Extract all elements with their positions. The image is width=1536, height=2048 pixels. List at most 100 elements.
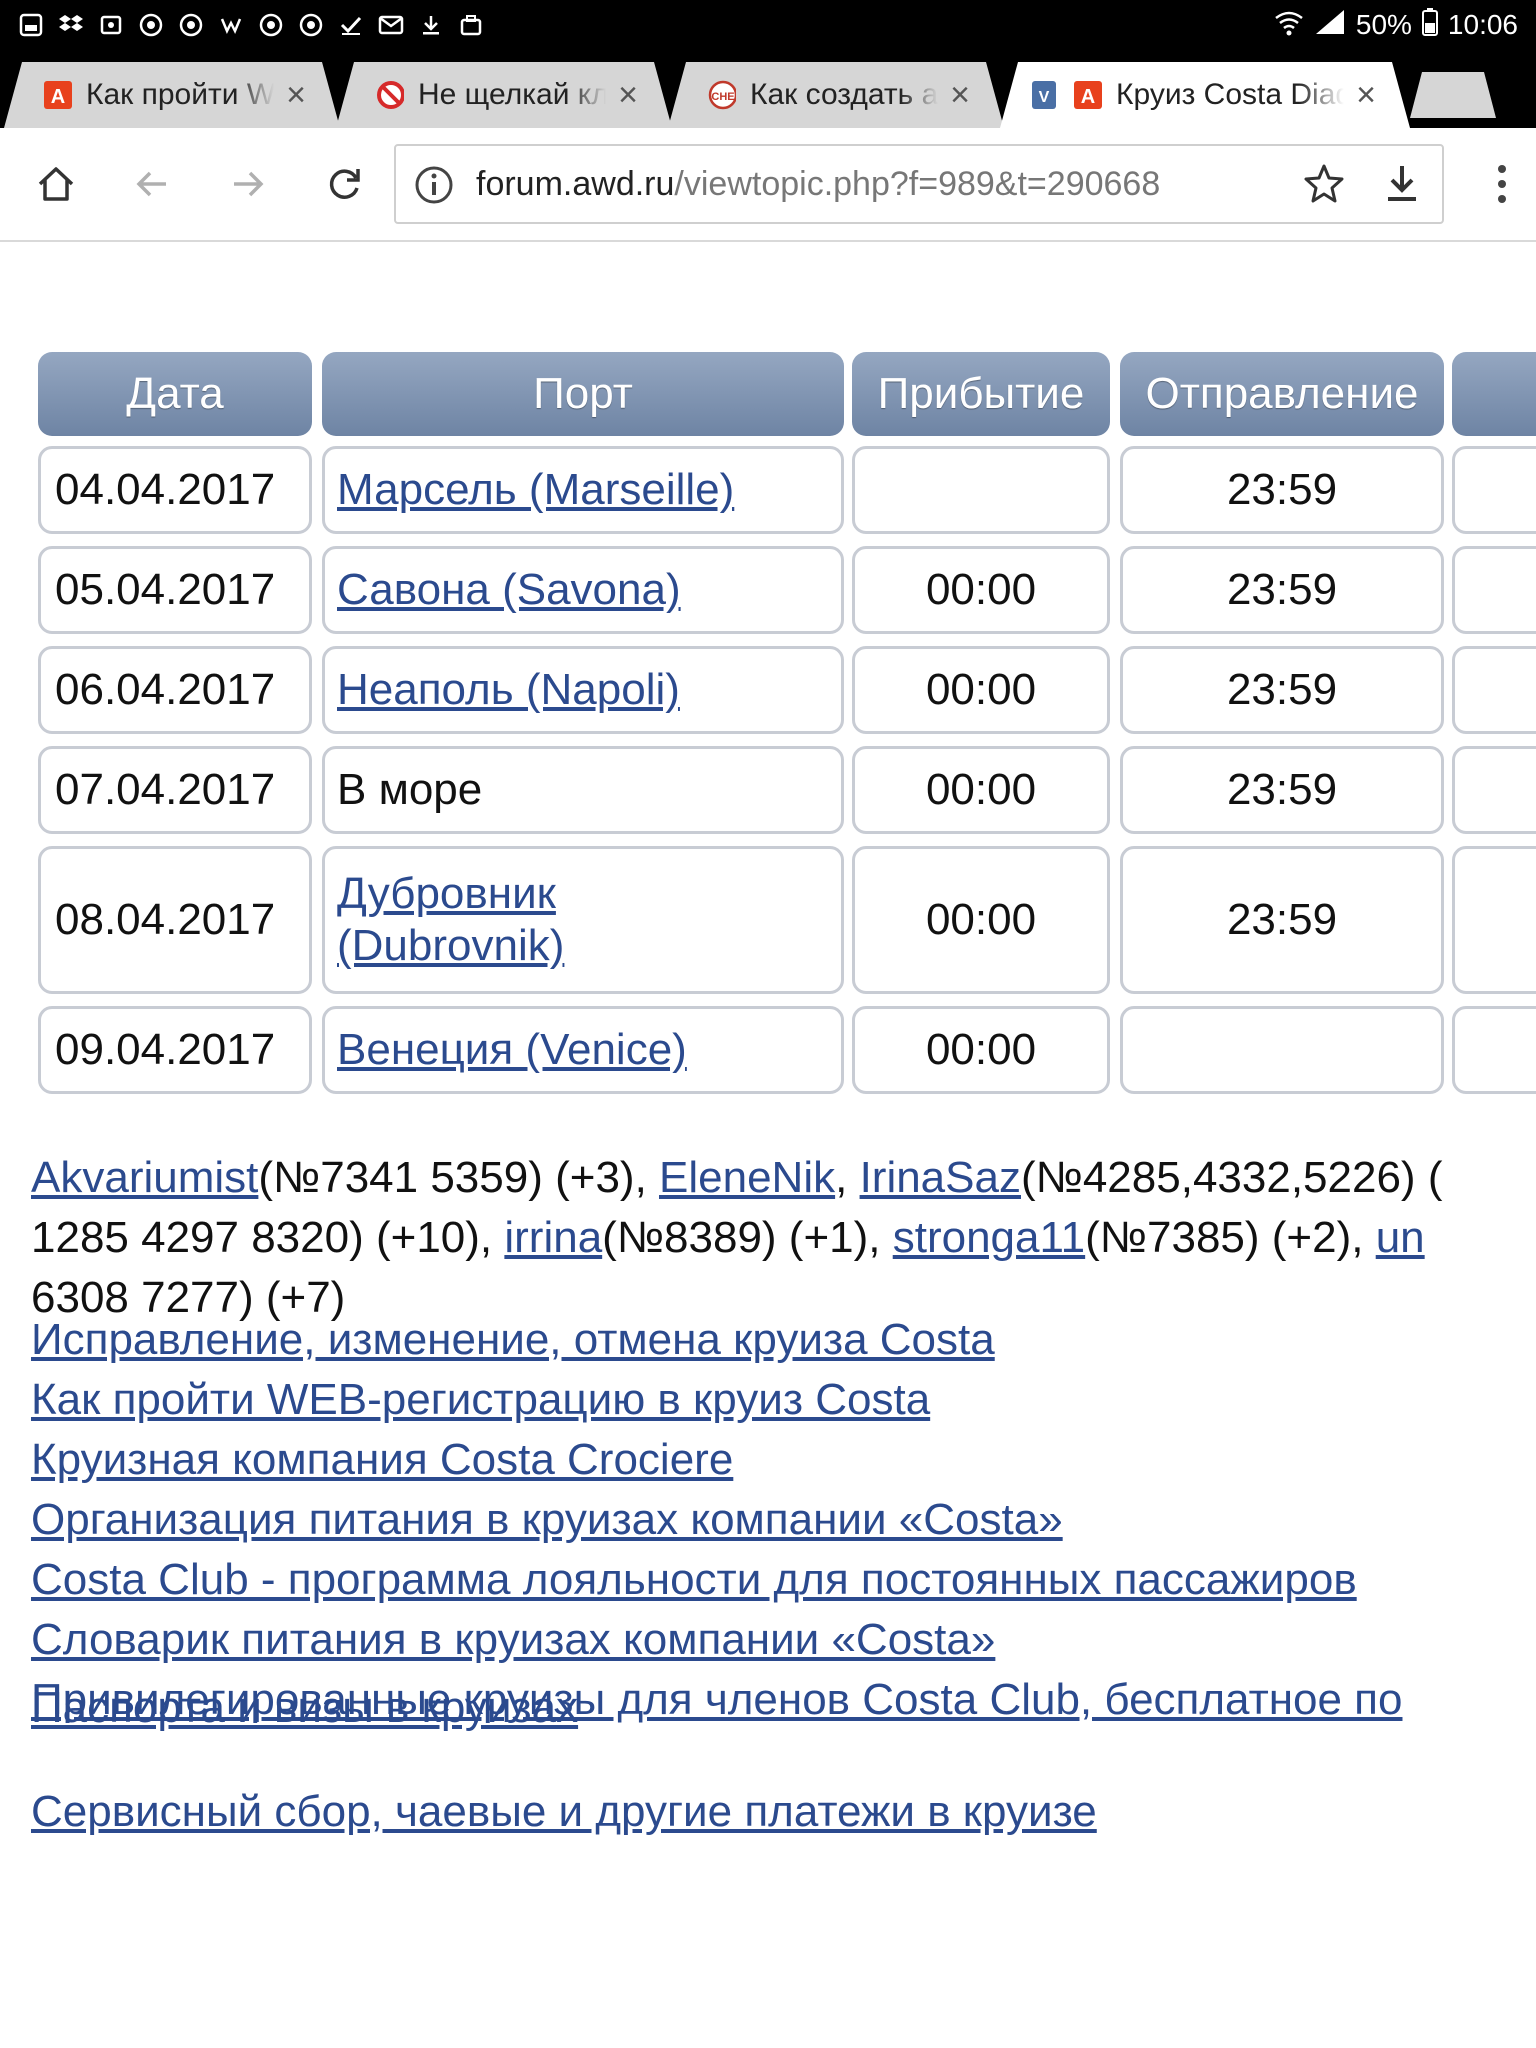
tab-1[interactable]: A Как пройти WEB-регистрацию × <box>4 62 340 128</box>
user-link[interactable]: EleneNik <box>659 1153 835 1202</box>
user-link[interactable]: irrina <box>504 1213 602 1262</box>
cell-date: 09.04.2017 <box>38 1006 312 1094</box>
clock: 10:06 <box>1447 9 1518 40</box>
svg-text:V: V <box>1039 89 1050 106</box>
user-note: (№8389) (+1), <box>602 1213 893 1262</box>
port-link[interactable]: Дубровник (Dubrovnik) <box>337 868 564 972</box>
briefcase-icon <box>458 12 484 38</box>
header-arrival: Прибытие <box>852 352 1110 436</box>
screenshot-icon <box>18 12 44 38</box>
user-link[interactable]: Akvariumist <box>31 1153 258 1202</box>
cell-arrival: 00:00 <box>852 1006 1110 1094</box>
awd-icon: A <box>1074 81 1102 109</box>
close-icon[interactable]: × <box>618 76 638 115</box>
download-icon[interactable] <box>1380 162 1424 206</box>
battery-icon <box>1421 7 1438 43</box>
cell-extra <box>1452 646 1536 734</box>
mail-icon <box>378 12 404 38</box>
header-departure: Отправление <box>1120 352 1444 436</box>
new-tab-button[interactable] <box>1410 72 1496 118</box>
cell-extra <box>1452 846 1536 994</box>
port-link[interactable]: Савона (Savona) <box>337 564 681 616</box>
battery-percent: 50% <box>1355 9 1412 40</box>
cell-port: Неаполь (Napoli) <box>322 646 844 734</box>
separator: , <box>835 1153 860 1202</box>
user-note: 1285 4297 8320) (+10), <box>31 1213 505 1262</box>
url-host: forum.awd.ru <box>476 165 675 203</box>
header-date: Дата <box>38 352 312 436</box>
close-icon[interactable]: × <box>286 76 306 115</box>
cell-departure: 23:59 <box>1120 646 1444 734</box>
vk-icon <box>218 12 244 38</box>
passports-visas-link[interactable]: Паспорта и визы в круизах <box>31 1683 578 1732</box>
arrow-left-icon <box>136 171 166 197</box>
home-icon <box>38 167 74 201</box>
no-beak-icon <box>376 81 404 109</box>
tab-title: Не щелкай клювом <box>418 78 607 111</box>
close-icon[interactable]: × <box>950 76 970 115</box>
fees-link-row: Сервисный сбор, чаевые и другие платежи … <box>31 1782 1097 1842</box>
arrow-right-icon <box>234 171 264 197</box>
service-fees-link[interactable]: Сервисный сбор, чаевые и другие платежи … <box>31 1787 1097 1836</box>
browser-toolbar: forum.awd.ru/viewtopic.php?f=989&t=29066… <box>0 128 1536 242</box>
vk-icon: V <box>1030 81 1058 109</box>
back-button[interactable] <box>124 156 180 212</box>
cell-extra <box>1452 546 1536 634</box>
reload-icon <box>329 169 360 199</box>
tab-strip: A Как пройти WEB-регистрацию × Не щелкай… <box>0 50 1536 128</box>
user-link[interactable]: IrinaSaz <box>860 1153 1021 1202</box>
url-text[interactable]: forum.awd.ru/viewtopic.php?f=989&t=29066… <box>476 146 1160 222</box>
close-icon[interactable]: × <box>1356 76 1376 115</box>
related-link[interactable]: Организация питания в круизах компании «… <box>31 1495 1063 1544</box>
star-icon[interactable] <box>1302 162 1346 206</box>
cell-date: 05.04.2017 <box>38 546 312 634</box>
reload-button[interactable] <box>316 156 372 212</box>
cell-extra <box>1452 746 1536 834</box>
user-link[interactable]: un <box>1376 1213 1425 1262</box>
port-text: В море <box>337 765 483 814</box>
port-link[interactable]: Неаполь (Napoli) <box>337 664 680 716</box>
tab-title: Как создать аккаунт <box>750 78 939 111</box>
chrome-icon <box>298 12 324 38</box>
page-content: Дата Порт Прибытие Отправление 04.04.201… <box>0 242 1536 2048</box>
user-note: (№7385) (+2), <box>1085 1213 1376 1262</box>
home-button[interactable] <box>28 156 84 212</box>
related-link[interactable]: Как пройти WEB-регистрацию в круиз Costa <box>31 1375 930 1424</box>
user-note: (№7341 5359) (+3), <box>258 1153 660 1202</box>
download-icon <box>418 12 444 38</box>
related-link[interactable]: Costa Club - программа лояльности для по… <box>31 1555 1357 1604</box>
cell-date: 04.04.2017 <box>38 446 312 534</box>
tab-2[interactable]: Не щелкай клювом × <box>336 62 672 128</box>
header-extra <box>1452 352 1536 436</box>
chrome-icon <box>258 12 284 38</box>
port-link[interactable]: Венеция (Venice) <box>337 1024 687 1076</box>
address-bar[interactable]: forum.awd.ru/viewtopic.php?f=989&t=29066… <box>394 144 1444 224</box>
svg-text:CHE: CHE <box>711 91 734 103</box>
user-link[interactable]: stronga11 <box>893 1213 1085 1262</box>
cell-arrival: 00:00 <box>852 746 1110 834</box>
che-icon: CHE <box>708 81 736 109</box>
related-link[interactable]: Круизная компания Costa Crociere <box>31 1435 733 1484</box>
related-link[interactable]: Словарик питания в круизах компании «Cos… <box>31 1615 995 1664</box>
cell-arrival: 00:00 <box>852 846 1110 994</box>
tab-3[interactable]: CHE Как создать аккаунт × <box>668 62 1004 128</box>
cell-date: 08.04.2017 <box>38 846 312 994</box>
menu-button[interactable] <box>1482 156 1522 212</box>
svg-text:A: A <box>51 86 65 108</box>
tab-title: Круиз Costa Diadema <box>1116 78 1345 111</box>
signal-icon <box>1314 8 1346 43</box>
cell-departure <box>1120 1006 1444 1094</box>
port-link-line-1: Дубровник <box>337 869 556 918</box>
cell-arrival: 00:00 <box>852 546 1110 634</box>
forward-button[interactable] <box>220 156 276 212</box>
info-icon[interactable] <box>414 165 454 205</box>
tab-4-active[interactable]: V A Круиз Costa Diadema × <box>1000 62 1410 128</box>
cell-arrival: 00:00 <box>852 646 1110 734</box>
cell-port: Марсель (Marseille) <box>322 446 844 534</box>
port-link[interactable]: Марсель (Marseille) <box>337 464 734 516</box>
user-note: (№4285,4332,5226) ( <box>1020 1153 1443 1202</box>
related-link[interactable]: Исправление, изменение, отмена круиза Co… <box>31 1315 995 1364</box>
cell-date: 07.04.2017 <box>38 746 312 834</box>
url-path: /viewtopic.php?f=989&t=290668 <box>674 165 1161 203</box>
cell-date: 06.04.2017 <box>38 646 312 734</box>
